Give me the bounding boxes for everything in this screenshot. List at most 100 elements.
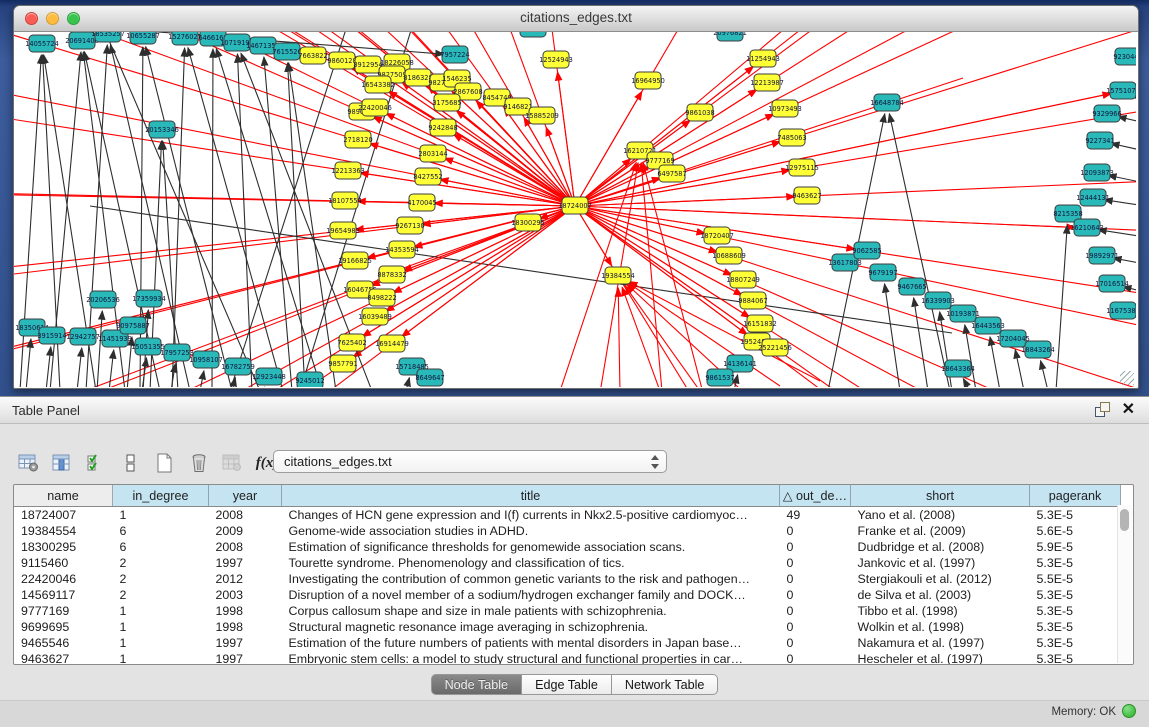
table-cell[interactable]: Yano et al. (2008) — [851, 507, 1030, 524]
table-row[interactable]: 1456911722003Disruption of a novel membe… — [14, 587, 1121, 603]
table-settings-icon[interactable] — [14, 450, 44, 476]
table-cell[interactable]: 2003 — [209, 587, 282, 603]
graph-node[interactable]: 2718120 — [343, 131, 372, 148]
table-cell[interactable]: Structural magnetic resonance image aver… — [282, 619, 780, 635]
graph-node[interactable]: 11254943 — [746, 50, 780, 67]
graph-node[interactable]: 15751074 — [1106, 82, 1136, 99]
graph-node[interactable]: 16648784 — [870, 94, 904, 111]
graph-node[interactable]: 16339903 — [921, 292, 955, 309]
table-cell[interactable]: Embryonic stem cells: a model to study s… — [282, 651, 780, 665]
tab-network-table[interactable]: Network Table — [612, 674, 719, 695]
table-cell[interactable]: 1997 — [209, 651, 282, 665]
row-selection-icon[interactable] — [82, 450, 112, 476]
table-cell[interactable]: 5.9E-5 — [1030, 539, 1121, 555]
graph-node[interactable]: 6497587 — [657, 165, 686, 182]
table-cell[interactable]: Jankovic et al. (1997) — [851, 555, 1030, 571]
table-row[interactable]: 1938455462009Genome-wide association stu… — [14, 523, 1121, 539]
graph-node[interactable]: 7485063 — [777, 129, 806, 146]
graph-node[interactable]: 18843264 — [1021, 341, 1055, 358]
table-cell[interactable]: 0 — [780, 635, 851, 651]
column-header-in_degree[interactable]: in_degree — [113, 485, 209, 507]
table-cell[interactable]: Nakamura et al. (1997) — [851, 635, 1030, 651]
table-cell[interactable]: 14569117 — [14, 587, 113, 603]
table-cell[interactable]: 19384554 — [14, 523, 113, 539]
table-cell[interactable]: Franke et al. (2009) — [851, 523, 1030, 539]
graph-node[interactable]: 25221456 — [758, 339, 792, 356]
graph-node[interactable]: 7615526 — [272, 43, 301, 60]
graph-node[interactable]: 17016514 — [1095, 275, 1129, 292]
table-cell[interactable]: 2 — [113, 571, 209, 587]
graph-node[interactable]: 14055724 — [25, 35, 59, 52]
table-cell[interactable]: 2 — [113, 587, 209, 603]
graph-node[interactable]: 8498222 — [367, 289, 396, 306]
table-cell[interactable]: de Silva et al. (2003) — [851, 587, 1030, 603]
graph-node[interactable]: 3175685 — [432, 94, 461, 111]
table-cell[interactable]: 22420046 — [14, 571, 113, 587]
column-header-title[interactable]: title — [282, 485, 780, 507]
graph-node[interactable]: 19166825 — [338, 252, 372, 269]
table-cell[interactable]: 2012 — [209, 571, 282, 587]
graph-node[interactable]: 18300295 — [511, 214, 545, 231]
graph-node[interactable]: 18535257 — [91, 32, 125, 42]
graph-node[interactable]: 12093873 — [1080, 164, 1114, 181]
table-cell[interactable]: Stergiakouli et al. (2012) — [851, 571, 1030, 587]
table-cell[interactable]: 9699695 — [14, 619, 113, 635]
table-cell[interactable]: 2008 — [209, 539, 282, 555]
table-cell[interactable]: 1 — [113, 651, 209, 665]
column-chooser-icon[interactable] — [48, 450, 78, 476]
table-cell[interactable]: 0 — [780, 603, 851, 619]
graph-node[interactable]: 90975887 — [116, 317, 150, 334]
table-cell[interactable]: 5.3E-5 — [1030, 603, 1121, 619]
table-row[interactable]: 2242004622012Investigating the contribut… — [14, 571, 1121, 587]
graph-node[interactable]: 12923448 — [252, 368, 286, 385]
table-cell[interactable]: Wolkin et al. (1998) — [851, 619, 1030, 635]
graph-node[interactable]: 18807249 — [726, 271, 760, 288]
graph-node[interactable]: 16543382 — [361, 76, 395, 93]
table-cell[interactable]: Tibbo et al. (1998) — [851, 603, 1030, 619]
table-cell[interactable]: 5.3E-5 — [1030, 587, 1121, 603]
table-cell[interactable]: 49 — [780, 507, 851, 524]
graph-node[interactable]: 7625402 — [337, 334, 366, 351]
table-row[interactable]: 946554611997Estimation of the future num… — [14, 635, 1121, 651]
graph-node[interactable]: 4170045 — [407, 194, 436, 211]
graph-node[interactable]: 9467665 — [897, 278, 926, 295]
network-canvas[interactable]: 1872400714055724206914061853525710655287… — [14, 32, 1136, 387]
table-cell[interactable]: 1 — [113, 507, 209, 524]
graph-node[interactable]: 12444131 — [1076, 189, 1110, 206]
column-header-name[interactable]: name — [14, 485, 113, 507]
graph-node[interactable]: 19654983 — [326, 222, 360, 239]
delete-icon[interactable] — [184, 450, 214, 476]
graph-node[interactable]: 16964950 — [631, 72, 665, 89]
graph-node[interactable]: 9857791 — [328, 355, 357, 372]
merge-rows-icon[interactable] — [116, 450, 146, 476]
table-row[interactable]: 977716911998Corpus callosum shape and si… — [14, 603, 1121, 619]
graph-node[interactable]: 9230442 — [1113, 48, 1136, 65]
table-cell[interactable]: 5.3E-5 — [1030, 651, 1121, 665]
table-cell[interactable]: 1998 — [209, 603, 282, 619]
graph-node[interactable]: 8878332 — [377, 266, 406, 283]
table-cell[interactable]: 9465546 — [14, 635, 113, 651]
tab-node-table[interactable]: Node Table — [431, 674, 523, 695]
table-cell[interactable]: 5.3E-5 — [1030, 619, 1121, 635]
graph-node[interactable]: 15276027 — [168, 32, 202, 45]
graph-node[interactable]: 10193871 — [946, 305, 980, 322]
table-cell[interactable]: 1 — [113, 619, 209, 635]
table-cell[interactable]: Hescheler et al. (1997) — [851, 651, 1030, 665]
table-cell[interactable]: Investigating the contribution of common… — [282, 571, 780, 587]
import-table-disabled-icon[interactable] — [218, 450, 248, 476]
table-cell[interactable]: 0 — [780, 651, 851, 665]
graph-node[interactable]: 9679197 — [868, 264, 897, 281]
table-cell[interactable]: 5.6E-5 — [1030, 523, 1121, 539]
table-cell[interactable]: 9463627 — [14, 651, 113, 665]
graph-node[interactable]: 19892971 — [1085, 247, 1119, 264]
table-cell[interactable]: 1 — [113, 603, 209, 619]
new-file-icon[interactable] — [150, 450, 180, 476]
graph-node[interactable]: 10958107 — [189, 351, 223, 368]
close-panel-icon[interactable]: ✕ — [1122, 402, 1135, 417]
table-cell[interactable]: Disruption of a novel member of a sodium… — [282, 587, 780, 603]
graph-node[interactable]: 18724007 — [558, 197, 592, 214]
table-cell[interactable]: 6 — [113, 523, 209, 539]
table-cell[interactable]: 0 — [780, 523, 851, 539]
graph-node[interactable]: 12975115 — [785, 159, 819, 176]
graph-node[interactable]: 20206536 — [86, 291, 120, 308]
